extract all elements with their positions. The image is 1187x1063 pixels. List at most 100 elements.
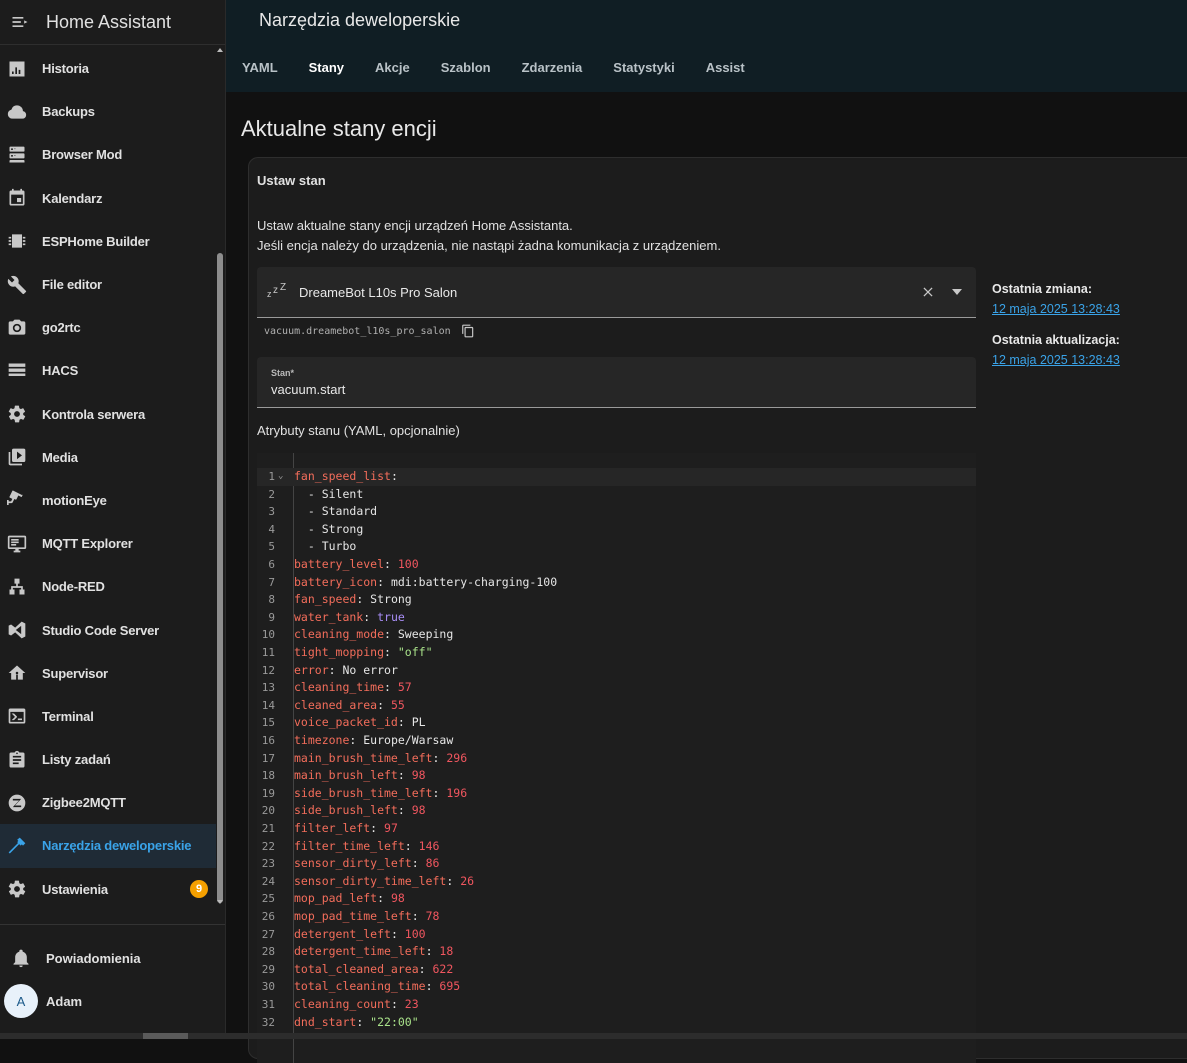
code-line[interactable]: 6 battery_level: 100 (257, 556, 976, 574)
sidebar-item-zigbee2mqtt[interactable]: Zigbee2MQTT (0, 781, 216, 824)
code-line[interactable]: 24 sensor_dirty_time_left: 26 (257, 873, 976, 891)
sidebar-item-user[interactable]: A Adam (0, 981, 225, 1021)
sidebar-item-kontrola-serwera[interactable]: Kontrola serwera (0, 393, 216, 436)
code-line[interactable]: 11 tight_mopping: "off" (257, 644, 976, 662)
sidebar-item-backups[interactable]: Backups (0, 90, 216, 133)
code-line[interactable]: 7 battery_icon: mdi:battery-charging-100 (257, 574, 976, 592)
card-description: Ustaw aktualne stany encji urządzeń Home… (257, 216, 721, 256)
state-input[interactable]: Stan* vacuum.start (257, 357, 976, 408)
code-line[interactable]: 30 total_cleaning_time: 695 (257, 978, 976, 996)
sidebar-item-motioneye[interactable]: motionEye (0, 479, 216, 522)
yaml-value: 55 (390, 697, 405, 712)
tab-zdarzenia[interactable]: Zdarzenia (522, 60, 583, 75)
code-line[interactable]: 16 timezone: Europe/Warsaw (257, 732, 976, 750)
yaml-key: fan_speed_list (294, 469, 391, 483)
code-line[interactable]: 15 voice_packet_id: PL (257, 714, 976, 732)
yaml-key: filter_left (294, 821, 371, 835)
sidebar-item-node-red[interactable]: Node-RED (0, 565, 216, 608)
tab-szablon[interactable]: Szablon (441, 60, 491, 75)
menu-open-icon[interactable] (10, 12, 30, 32)
code-line[interactable]: 14 cleaned_area: 55 (257, 697, 976, 715)
sidebar-item-file-editor[interactable]: File editor (0, 263, 216, 306)
scroll-up-arrow-icon[interactable] (217, 48, 223, 52)
code-text: side_brush_time_left: 196 (294, 785, 468, 800)
sidebar-item-esphome-builder[interactable]: ESPHome Builder (0, 220, 216, 263)
code-line[interactable]: 23 sensor_dirty_left: 86 (257, 855, 976, 873)
code-line[interactable]: 32 dnd_start: "22:00" (257, 1014, 976, 1032)
code-line[interactable]: 22 filter_time_left: 146 (257, 838, 976, 856)
line-number: 16 (261, 734, 275, 747)
line-number: 19 (261, 786, 275, 800)
sidebar-item-media[interactable]: Media (0, 436, 216, 479)
code-line[interactable]: 20 side_brush_left: 98 (257, 802, 976, 820)
code-text: cleaned_area: 55 (294, 697, 405, 712)
tab-statystyki[interactable]: Statystyki (613, 60, 674, 75)
sidebar-item-label: Node-RED (42, 579, 105, 595)
code-line[interactable]: 18 main_brush_left: 98 (257, 767, 976, 785)
code-line[interactable]: 25 mop_pad_left: 98 (257, 890, 976, 908)
copy-icon[interactable] (461, 324, 475, 338)
tab-akcje[interactable]: Akcje (375, 60, 410, 75)
code-line[interactable]: 5 - Turbo (257, 538, 976, 556)
code-line[interactable]: 3 - Standard (257, 503, 976, 521)
code-line[interactable]: 2 - Silent (257, 486, 976, 504)
tab-stany[interactable]: Stany (309, 60, 344, 75)
sidebar-item-historia[interactable]: Historia (0, 47, 216, 90)
scroll-thumb[interactable] (217, 253, 223, 903)
sidebar-item-narzędzia-deweloperskie[interactable]: Narzędzia deweloperskie (0, 824, 216, 868)
chevron-down-icon[interactable] (947, 282, 967, 302)
code-line[interactable]: 17 main_brush_time_left: 296 (257, 750, 976, 768)
code-line[interactable]: 27 detergent_left: 100 (257, 926, 976, 944)
code-line[interactable]: 31 cleaning_count: 23 (257, 996, 976, 1014)
entity-id: vacuum.dreamebot_l10s_pro_salon (264, 325, 451, 337)
code-line[interactable]: 10 cleaning_mode: Sweeping (257, 626, 976, 644)
sidebar-item-browser-mod[interactable]: Browser Mod (0, 133, 216, 176)
scroll-down-arrow-icon[interactable] (217, 900, 223, 904)
code-line[interactable]: 26 mop_pad_time_left: 78 (257, 908, 976, 926)
yaml-code-editor[interactable]: 1 ⌄ fan_speed_list: 2 - Silent 3 - Standard… (257, 453, 976, 1063)
yaml-value: "22:00" (370, 1014, 419, 1029)
sidebar-item-label: Terminal (42, 708, 94, 724)
sidebar-item-mqtt-explorer[interactable]: MQTT Explorer (0, 522, 216, 565)
sidebar-item-label: ESPHome Builder (42, 233, 150, 249)
code-line[interactable]: 28 detergent_time_left: 18 (257, 943, 976, 961)
yaml-value: 98 (390, 891, 405, 906)
line-number: 2 (268, 487, 275, 501)
tab-assist[interactable]: Assist (706, 60, 745, 75)
entity-picker[interactable]: zzZ DreameBot L10s Pro Salon (257, 267, 976, 318)
fold-chevron-icon[interactable]: ⌄ (278, 468, 283, 486)
sidebar-item-listy-zadań[interactable]: Listy zadań (0, 738, 216, 781)
sidebar-item-terminal[interactable]: Terminal (0, 695, 216, 738)
last-changed-link[interactable]: 12 maja 2025 13:28:43 (992, 302, 1120, 316)
line-number: 12 (261, 663, 275, 677)
close-icon[interactable] (918, 282, 938, 302)
yaml-value: true (377, 609, 405, 624)
state-field-value[interactable]: vacuum.start (271, 382, 345, 397)
yaml-key: filter_time_left (294, 838, 405, 853)
code-line[interactable]: 8 fan_speed: Strong (257, 591, 976, 609)
yaml-key: total_cleaned_area (294, 961, 419, 976)
code-line[interactable]: 12 error: No error (257, 662, 976, 680)
last-updated-link[interactable]: 12 maja 2025 13:28:43 (992, 353, 1120, 367)
code-line[interactable]: 19 side_brush_time_left: 196 (257, 785, 976, 803)
sidebar-item-go2rtc[interactable]: go2rtc (0, 306, 216, 349)
sidebar-item-hacs[interactable]: HACS (0, 349, 216, 392)
sidebar-item-kalendarz[interactable]: Kalendarz (0, 177, 216, 220)
code-line[interactable]: 21 filter_left: 97 (257, 820, 976, 838)
sidebar-item-ustawienia[interactable]: Ustawienia 9 (0, 868, 216, 911)
avatar: A (4, 984, 38, 1018)
code-line[interactable]: 29 total_cleaned_area: 622 (257, 961, 976, 979)
code-line[interactable]: 13 cleaning_time: 57 (257, 679, 976, 697)
code-line[interactable]: 1 ⌄ fan_speed_list: (257, 468, 976, 486)
sidebar-scrollbar[interactable] (217, 48, 223, 910)
sidebar-item-studio-code-server[interactable]: Studio Code Server (0, 608, 216, 651)
tab-yaml[interactable]: YAML (242, 60, 278, 75)
sidebar-item-supervisor[interactable]: Supervisor (0, 652, 216, 695)
code-line[interactable]: 4 - Strong (257, 521, 976, 539)
code-line[interactable]: 9 water_tank: true (257, 609, 976, 627)
sidebar-item-label: motionEye (42, 492, 107, 508)
code-text: cleaning_time: 57 (294, 680, 412, 695)
cctv-icon (7, 490, 27, 510)
sidebar-item-notifications[interactable]: Powiadomienia (0, 938, 225, 978)
yaml-key: sensor_dirty_time_left (294, 873, 447, 888)
